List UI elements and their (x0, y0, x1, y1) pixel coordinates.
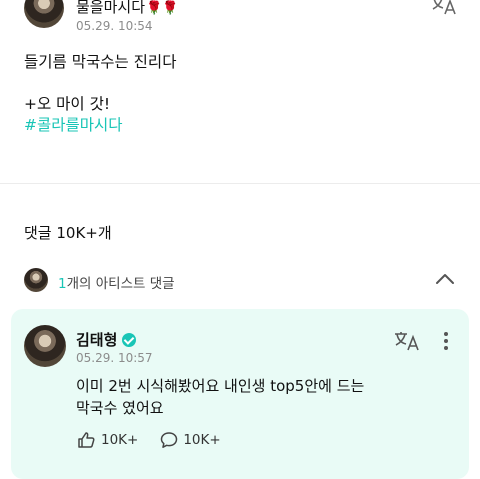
reply-count: 10K+ (183, 432, 221, 448)
post-date: 05.29. 10:54 (76, 19, 153, 33)
comment-line: 막국수 였어요 (76, 399, 164, 417)
artist-label-text: 개의 아티스트 댓글 (66, 276, 175, 292)
translate-icon[interactable] (393, 330, 421, 352)
comment-date: 05.29. 10:57 (76, 351, 153, 365)
post-line (24, 73, 176, 94)
comment-author[interactable]: 김태형 (76, 329, 137, 350)
chevron-up-icon[interactable] (432, 268, 458, 290)
comment-actions: 10K+ 10K+ (76, 431, 243, 449)
post-author-avatar[interactable] (24, 0, 64, 28)
artist-comments-label: 1개의 아티스트 댓글 (58, 272, 175, 292)
comment-author-name: 김태형 (76, 331, 118, 349)
post-line: 들기름 막국수는 진리다 (24, 53, 177, 71)
post-line: +오 마이 갓! (24, 95, 111, 113)
comment-author-avatar[interactable] (24, 325, 66, 367)
translate-icon[interactable] (430, 0, 458, 16)
post-hashtag[interactable]: #콜라를마시다 (24, 115, 176, 136)
comments-count: 댓글 10K+개 (24, 224, 112, 242)
post-author-name[interactable]: 물을마시다🌹🌹 (76, 0, 178, 17)
reply-button[interactable]: 10K+ (160, 431, 221, 449)
comment-line: 이미 2번 시식해봤어요 내인생 top5안에 드는 (76, 377, 365, 395)
rose-emoji: 🌹🌹 (146, 1, 179, 16)
like-count: 10K+ (101, 432, 139, 448)
verified-badge-icon (122, 332, 137, 347)
reply-icon (161, 432, 178, 448)
post-body: 들기름 막국수는 진리다 +오 마이 갓! #콜라를마시다 (24, 52, 176, 136)
artist-count: 1 (58, 276, 67, 292)
artist-comments-toggle[interactable]: 1개의 아티스트 댓글 (24, 268, 464, 294)
like-button[interactable]: 10K+ (76, 431, 138, 449)
like-icon (78, 432, 95, 448)
post-author-text: 물을마시다 (76, 0, 146, 16)
divider (0, 183, 480, 184)
more-vertical-icon[interactable] (443, 331, 449, 351)
artist-avatar (24, 268, 48, 292)
comment-body: 이미 2번 시식해봤어요 내인생 top5안에 드는 막국수 였어요 (76, 375, 456, 419)
